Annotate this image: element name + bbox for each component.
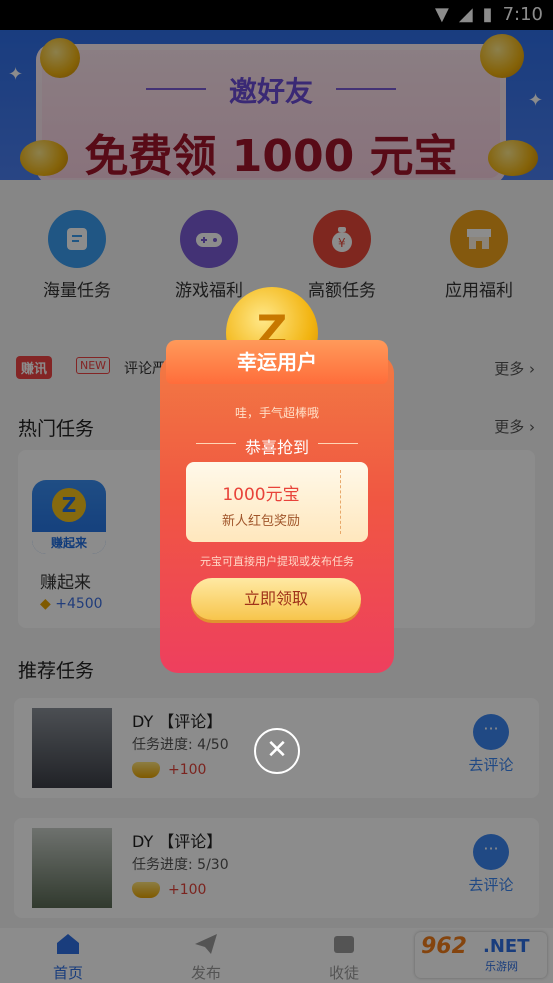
close-icon[interactable]: ✕ (254, 728, 300, 774)
popup-note: 元宝可直接用户提现或发布任务 (200, 555, 354, 568)
ticket-divider (340, 470, 341, 534)
claim-button[interactable]: 立即领取 (191, 578, 361, 620)
popup-cheer: 哇，手气超棒哦 (234, 406, 319, 420)
reward-amount: 1000元宝 (222, 485, 300, 505)
popup-ribbon: 幸运用户 (166, 340, 388, 384)
popup-congrats: 恭喜抢到 (244, 438, 309, 457)
reward-desc: 新人红包奖励 (221, 514, 300, 529)
reward-ticket: 1000元宝 新人红包奖励 (186, 462, 368, 542)
